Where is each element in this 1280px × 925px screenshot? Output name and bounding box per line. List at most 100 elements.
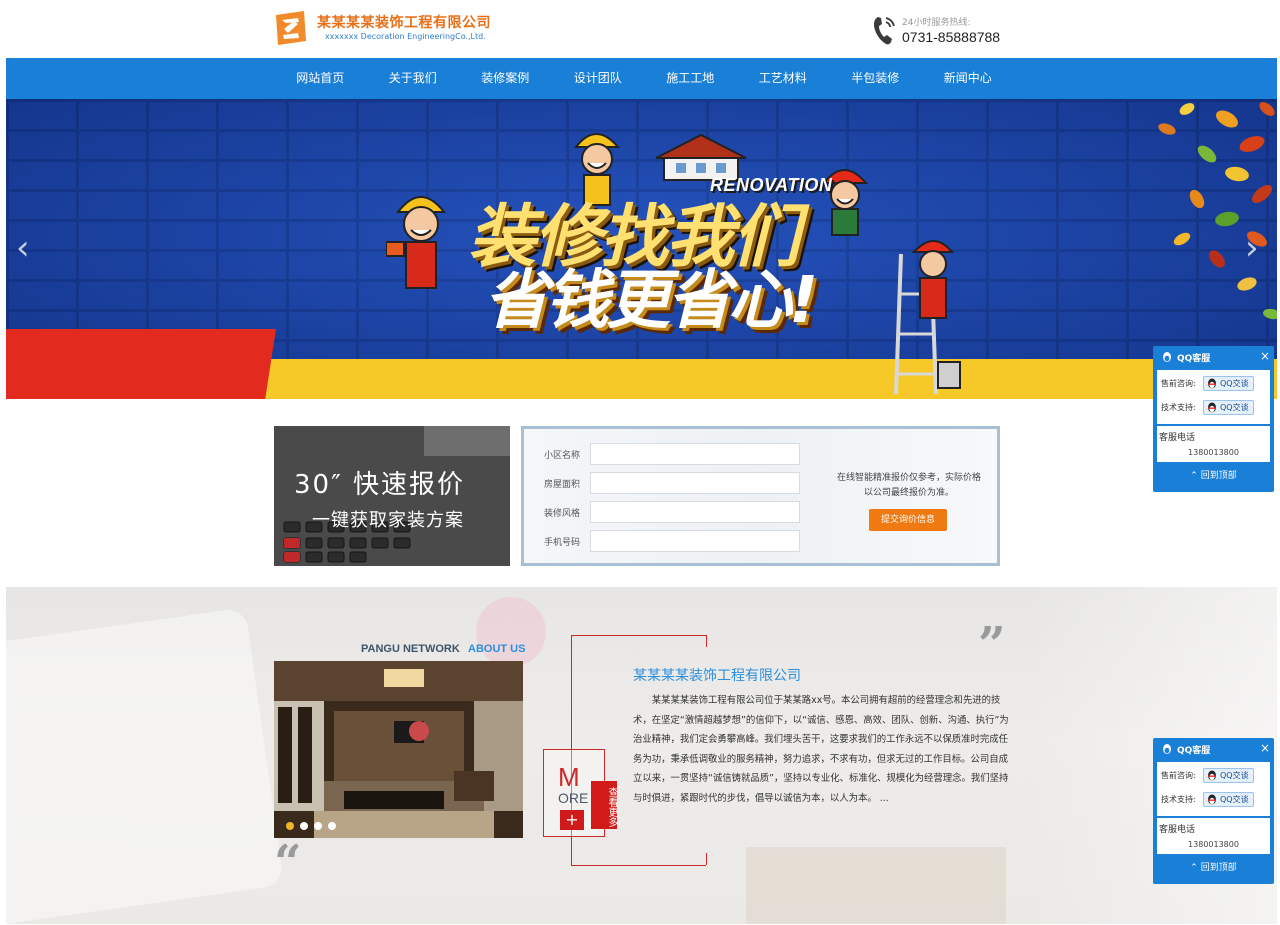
worker-ladder-figure [894, 240, 961, 394]
submit-quote-button[interactable]: 提交询价信息 [869, 509, 947, 531]
community-label: 小区名称 [544, 450, 581, 461]
arrow-up-icon: ⌃ [1190, 471, 1201, 481]
qq-tech-label: 技术支持: [1161, 402, 1196, 412]
frame-line-bottom-tick [706, 853, 707, 865]
back-to-top-button[interactable]: ⌃ 回到顶部 [1153, 468, 1274, 481]
banner-red-band [6, 329, 276, 399]
form-row-community: 小区名称 [544, 443, 800, 465]
nav-item-half-package[interactable]: 半包装修 [829, 58, 922, 99]
qq-chat-label: QQ交谈 [1220, 794, 1249, 804]
style-label: 装修风格 [544, 508, 581, 519]
quote-note: 在线智能精准报价仅参考，实际价格以公司最终报价为准。 [836, 473, 981, 498]
hotline-number: 0731-85888788 [902, 29, 1001, 45]
carousel-dot-2[interactable] [300, 822, 308, 830]
view-more-button[interactable]: 查看更多 [591, 781, 617, 829]
qq-phone-number: 1380013800 [1188, 840, 1239, 849]
nav-item-home[interactable]: 网站首页 [274, 58, 367, 99]
nav-item-cases[interactable]: 装修案例 [459, 58, 552, 99]
qq-presales-label: 售前咨询: [1161, 378, 1196, 388]
community-input[interactable] [590, 443, 800, 465]
style-input[interactable] [590, 501, 800, 523]
qq-title: QQ客服 [1177, 354, 1211, 364]
phone-icon [872, 14, 896, 46]
quote-form: 小区名称 房屋面积 装修风格 手机号码 在线智能精准报价仅参考，实际价格以公司最… [521, 426, 1000, 566]
form-row-area: 房屋面积 [544, 472, 800, 494]
more-plus-button[interactable]: + [560, 810, 584, 830]
qq-presales-chat-button[interactable]: QQ交谈 [1203, 767, 1254, 783]
promo-title: 30″ 快速报价 [294, 470, 466, 500]
quick-quote-promo[interactable]: 30″ 快速报价 一键获取家装方案 [274, 426, 510, 566]
hero-banner: 装修找我们 省钱更省心! RENOVATION ‹ › [6, 99, 1277, 399]
phone-label: 手机号码 [544, 537, 581, 548]
frame-line-top [571, 635, 706, 636]
back-to-top-label: 回到顶部 [1200, 471, 1237, 481]
frame-line-bottom [571, 865, 706, 866]
worker-figure-left [386, 196, 447, 289]
frame-line-top-tick [706, 635, 707, 647]
back-to-top-button[interactable]: ⌃ 回到顶部 [1153, 860, 1274, 873]
arrow-up-icon: ⌃ [1190, 863, 1201, 873]
worker-figure-right [821, 169, 869, 236]
nav-item-about[interactable]: 关于我们 [367, 58, 460, 99]
qq-service-widget-bottom: QQ客服 × 售前咨询: QQ交谈 技术支持: QQ交谈 客服电话 138001… [1153, 738, 1274, 884]
qq-service-widget-top: QQ客服 × 售前咨询: QQ交谈 技术支持: QQ交谈 客服电话 138001… [1153, 346, 1274, 492]
form-row-phone: 手机号码 [544, 530, 800, 552]
qq-penguin-icon [1208, 378, 1216, 388]
qq-tech-chat-button[interactable]: QQ交谈 [1203, 399, 1254, 415]
hotline: 24小时服务热线: 0731-85888788 [872, 12, 1012, 48]
qq-penguin-icon [1208, 794, 1216, 804]
banner-slogan-en: RENOVATION [710, 175, 833, 195]
qq-penguin-icon [1163, 352, 1171, 362]
qq-tech-chat-button[interactable]: QQ交谈 [1203, 791, 1254, 807]
back-to-top-label: 回到顶部 [1200, 863, 1237, 873]
about-photo[interactable] [274, 661, 523, 838]
more-m-letter: M [558, 762, 580, 792]
phone-input[interactable] [590, 530, 800, 552]
company-name: 某某某某装饰工程有限公司 [317, 15, 491, 31]
qq-presales-label: 售前咨询: [1161, 770, 1196, 780]
company-logo[interactable]: 某某某某装饰工程有限公司 xxxxxxx Decoration Engineer… [274, 10, 491, 46]
hotline-label: 24小时服务热线: [902, 18, 971, 28]
nav-item-materials[interactable]: 工艺材料 [737, 58, 830, 99]
carousel-dot-1[interactable] [286, 822, 294, 830]
qq-close-icon[interactable]: × [1260, 740, 1270, 756]
qq-chat-label: QQ交谈 [1220, 402, 1249, 412]
qq-tech-label: 技术支持: [1161, 794, 1196, 804]
nav-item-news[interactable]: 新闻中心 [922, 58, 1015, 99]
company-name-en: xxxxxxx Decoration EngineeringCo.,Ltd. [325, 32, 486, 41]
banner-prev-arrow-icon[interactable]: ‹ [16, 231, 40, 267]
promo-subtitle: 一键获取家装方案 [312, 510, 464, 531]
qq-title: QQ客服 [1177, 746, 1211, 756]
about-tag-network: PANGU NETWORK [361, 643, 460, 655]
banner-next-arrow-icon[interactable]: › [1245, 231, 1269, 267]
qq-close-icon[interactable]: × [1260, 348, 1270, 364]
banner-slogan-line2: 省钱更省心! [484, 264, 818, 338]
living-room-image [274, 661, 523, 838]
nav-item-sites[interactable]: 施工工地 [644, 58, 737, 99]
area-input[interactable] [590, 472, 800, 494]
qq-phone-label: 客服电话 [1159, 825, 1196, 835]
qq-chat-label: QQ交谈 [1220, 378, 1249, 388]
qq-presales-chat-button[interactable]: QQ交谈 [1203, 375, 1254, 391]
logo-icon [274, 11, 308, 45]
nav-item-design-team[interactable]: 设计团队 [552, 58, 645, 99]
qq-chat-label: QQ交谈 [1220, 770, 1249, 780]
about-section: PANGU NETWORK ABOUT US “ ” M ORE + 查看更多 … [6, 587, 1277, 924]
more-ore-letters: ORE [558, 790, 589, 806]
qq-phone-label: 客服电话 [1159, 433, 1196, 443]
about-carousel-dots [286, 822, 336, 830]
about-company-title[interactable]: 某某某某装饰工程有限公司 [633, 665, 801, 685]
area-label: 房屋面积 [544, 479, 581, 490]
about-tag-about: ABOUT US [468, 643, 526, 655]
carousel-dot-3[interactable] [314, 822, 322, 830]
qq-penguin-icon [1208, 770, 1216, 780]
site-header: 某某某某装饰工程有限公司 xxxxxxx Decoration Engineer… [0, 0, 1280, 58]
close-quote-icon: ” [978, 617, 1006, 673]
open-quote-icon: “ [274, 835, 302, 891]
about-company-text: 某某某某装饰工程有限公司位于某某路xx号。本公司拥有超前的经营理念和先进的技术，… [633, 695, 1009, 804]
carousel-dot-4[interactable] [328, 822, 336, 830]
qq-penguin-icon [1163, 744, 1171, 754]
form-row-style: 装修风格 [544, 501, 800, 523]
qq-penguin-icon [1208, 402, 1216, 412]
qq-phone-number: 1380013800 [1188, 448, 1239, 457]
